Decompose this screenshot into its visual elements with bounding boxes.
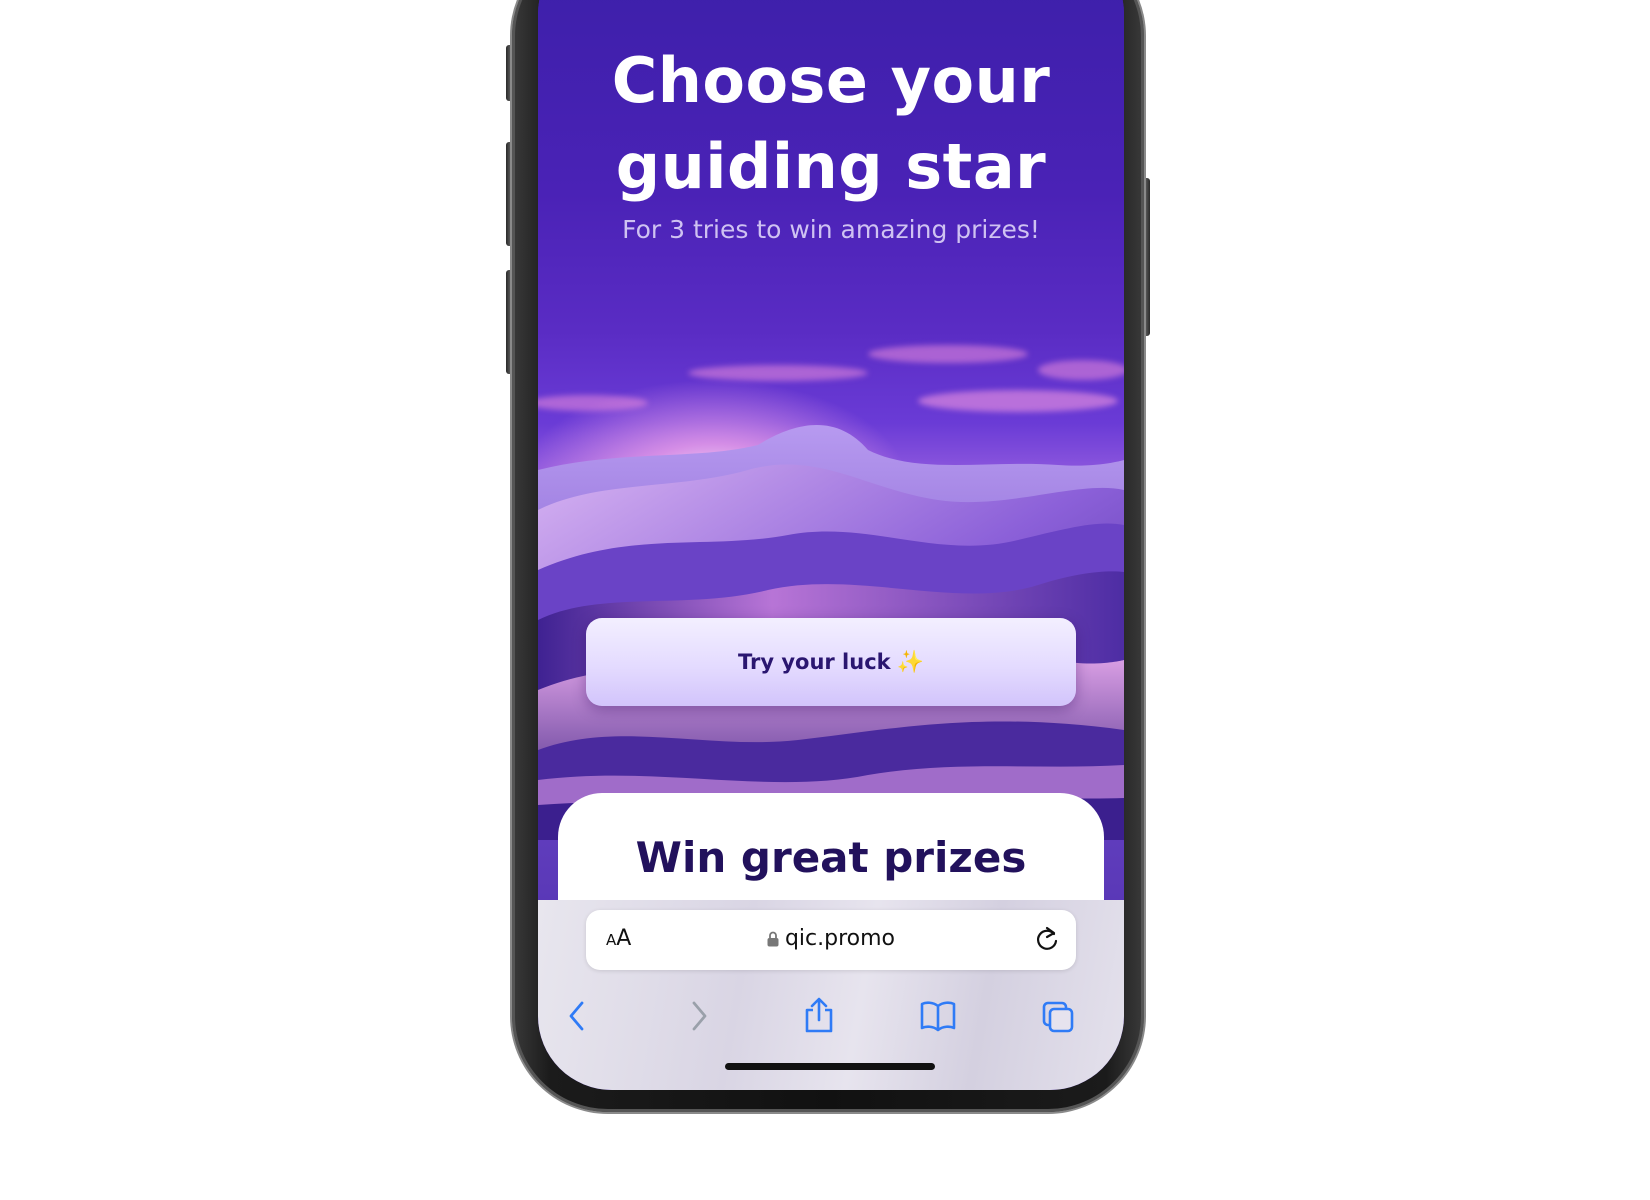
reload-icon[interactable] [1034, 925, 1060, 953]
hero-subtitle: For 3 tries to win amazing prizes! [622, 215, 1040, 244]
cloud [918, 390, 1118, 412]
prizes-card-title: Win great prizes [635, 833, 1027, 882]
url-text: qic.promo [784, 926, 896, 951]
device-frame-stage: Choose your guiding star For 3 tries to … [0, 0, 1650, 1200]
cloud [868, 345, 1028, 363]
hero-title: Choose your guiding star [611, 44, 1051, 203]
cloud [688, 365, 868, 381]
back-icon[interactable] [566, 1000, 588, 1032]
forward-icon[interactable] [688, 1000, 710, 1032]
browser-toolbar: AA qic.promo [538, 900, 1124, 1090]
try-your-luck-button[interactable]: Try your luck ✨ [586, 618, 1076, 706]
share-icon[interactable] [803, 996, 835, 1034]
url-display[interactable]: qic.promo [586, 926, 1076, 951]
tabs-icon[interactable] [1041, 1000, 1075, 1034]
home-indicator[interactable] [725, 1063, 935, 1070]
address-bar[interactable]: AA qic.promo [586, 910, 1076, 970]
sparkles-icon: ✨ [896, 649, 925, 675]
cta-label: Try your luck [737, 650, 891, 674]
cloud [1038, 360, 1124, 380]
phone-screen: Choose your guiding star For 3 tries to … [538, 0, 1124, 1090]
bookmarks-icon[interactable] [919, 1000, 957, 1032]
lock-icon [767, 931, 779, 947]
